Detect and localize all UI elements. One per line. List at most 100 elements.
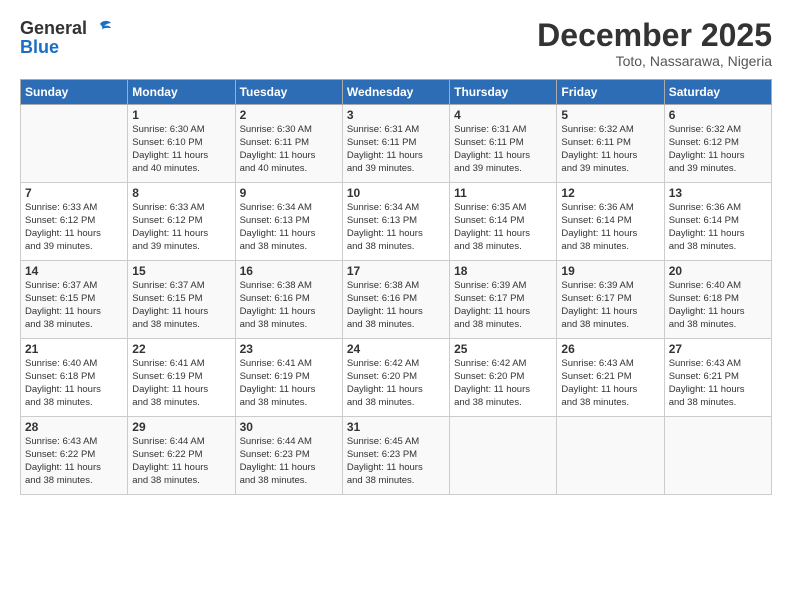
table-row: 1Sunrise: 6:30 AMSunset: 6:10 PMDaylight…	[128, 105, 235, 183]
calendar-row-5: 28 Sunrise: 6:43 AMSunset: 6:22 PMDayligh…	[21, 417, 772, 495]
day-number: 21	[25, 342, 123, 356]
table-row: 28 Sunrise: 6:43 AMSunset: 6:22 PMDayligh…	[21, 417, 128, 495]
day-number: 30	[240, 420, 338, 434]
table-row: 19 Sunrise: 6:39 AMSunset: 6:17 PMDayligh…	[557, 261, 664, 339]
table-row: 11Sunrise: 6:35 AMSunset: 6:14 PMDayligh…	[450, 183, 557, 261]
day-info: Sunrise: 6:36 AMSunset: 6:14 PMDaylight:…	[669, 202, 767, 253]
col-monday: Monday	[128, 80, 235, 105]
day-info: Sunrise: 6:34 AMSunset: 6:13 PMDaylight:…	[347, 202, 445, 253]
col-thursday: Thursday	[450, 80, 557, 105]
day-info: Sunrise: 6:33 AMSunset: 6:12 PMDaylight:…	[25, 202, 123, 253]
day-number: 14	[25, 264, 123, 278]
col-saturday: Saturday	[664, 80, 771, 105]
day-number: 3	[347, 108, 445, 122]
table-row: 2 Sunrise: 6:30 AMSunset: 6:11 PMDaylight…	[235, 105, 342, 183]
day-info: Sunrise: 6:42 AMSunset: 6:20 PMDaylight:…	[347, 358, 445, 409]
day-number: 27	[669, 342, 767, 356]
day-info: Sunrise: 6:38 AMSunset: 6:16 PMDaylight:…	[240, 280, 338, 331]
day-info: Sunrise: 6:31 AMSunset: 6:11 PMDaylight:…	[347, 124, 445, 175]
header: General Blue December 2025 Toto, Nassara…	[20, 18, 772, 69]
day-number: 24	[347, 342, 445, 356]
table-row: 23Sunrise: 6:41 AMSunset: 6:19 PMDayligh…	[235, 339, 342, 417]
day-info: Sunrise: 6:39 AMSunset: 6:17 PMDaylight:…	[561, 280, 659, 331]
day-info: Sunrise: 6:32 AMSunset: 6:12 PMDaylight:…	[669, 124, 767, 175]
day-number: 25	[454, 342, 552, 356]
col-friday: Friday	[557, 80, 664, 105]
calendar-row-3: 14 Sunrise: 6:37 AMSunset: 6:15 PMDayligh…	[21, 261, 772, 339]
day-info: Sunrise: 6:41 AMSunset: 6:19 PMDaylight:…	[132, 358, 230, 409]
table-row: 22Sunrise: 6:41 AMSunset: 6:19 PMDayligh…	[128, 339, 235, 417]
day-info: Sunrise: 6:37 AMSunset: 6:15 PMDaylight:…	[25, 280, 123, 331]
table-row: 24 Sunrise: 6:42 AMSunset: 6:20 PMDayligh…	[342, 339, 449, 417]
table-row: 3 Sunrise: 6:31 AMSunset: 6:11 PMDaylight…	[342, 105, 449, 183]
day-info: Sunrise: 6:36 AMSunset: 6:14 PMDaylight:…	[561, 202, 659, 253]
table-row: 7Sunrise: 6:33 AMSunset: 6:12 PMDaylight…	[21, 183, 128, 261]
day-info: Sunrise: 6:42 AMSunset: 6:20 PMDaylight:…	[454, 358, 552, 409]
day-number: 4	[454, 108, 552, 122]
day-number: 13	[669, 186, 767, 200]
table-row	[557, 417, 664, 495]
logo-bird-icon	[89, 20, 111, 38]
day-info: Sunrise: 6:33 AMSunset: 6:12 PMDaylight:…	[132, 202, 230, 253]
table-row: 4 Sunrise: 6:31 AMSunset: 6:11 PMDaylight…	[450, 105, 557, 183]
day-number: 18	[454, 264, 552, 278]
day-number: 29	[132, 420, 230, 434]
day-number: 19	[561, 264, 659, 278]
title-area: December 2025 Toto, Nassarawa, Nigeria	[537, 18, 772, 69]
table-row: 5 Sunrise: 6:32 AMSunset: 6:11 PMDaylight…	[557, 105, 664, 183]
day-number: 20	[669, 264, 767, 278]
day-number: 26	[561, 342, 659, 356]
table-row: 17 Sunrise: 6:38 AMSunset: 6:16 PMDayligh…	[342, 261, 449, 339]
calendar-table: Sunday Monday Tuesday Wednesday Thursday…	[20, 79, 772, 495]
day-number: 5	[561, 108, 659, 122]
day-number: 12	[561, 186, 659, 200]
table-row: 15 Sunrise: 6:37 AMSunset: 6:15 PMDayligh…	[128, 261, 235, 339]
day-number: 28	[25, 420, 123, 434]
table-row: 13 Sunrise: 6:36 AMSunset: 6:14 PMDayligh…	[664, 183, 771, 261]
table-row	[450, 417, 557, 495]
day-number: 8	[132, 186, 230, 200]
day-number: 11	[454, 186, 552, 200]
day-info: Sunrise: 6:44 AMSunset: 6:23 PMDaylight:…	[240, 436, 338, 487]
day-number: 15	[132, 264, 230, 278]
table-row: 26Sunrise: 6:43 AMSunset: 6:21 PMDayligh…	[557, 339, 664, 417]
col-sunday: Sunday	[21, 80, 128, 105]
table-row: 21Sunrise: 6:40 AMSunset: 6:18 PMDayligh…	[21, 339, 128, 417]
logo: General Blue	[20, 18, 111, 58]
day-info: Sunrise: 6:40 AMSunset: 6:18 PMDaylight:…	[669, 280, 767, 331]
calendar-row-1: 1Sunrise: 6:30 AMSunset: 6:10 PMDaylight…	[21, 105, 772, 183]
day-number: 6	[669, 108, 767, 122]
table-row	[664, 417, 771, 495]
day-number: 2	[240, 108, 338, 122]
day-number: 9	[240, 186, 338, 200]
table-row: 16 Sunrise: 6:38 AMSunset: 6:16 PMDayligh…	[235, 261, 342, 339]
calendar-row-4: 21Sunrise: 6:40 AMSunset: 6:18 PMDayligh…	[21, 339, 772, 417]
day-info: Sunrise: 6:30 AMSunset: 6:11 PMDaylight:…	[240, 124, 338, 175]
day-number: 17	[347, 264, 445, 278]
table-row: 12 Sunrise: 6:36 AMSunset: 6:14 PMDayligh…	[557, 183, 664, 261]
table-row: 18 Sunrise: 6:39 AMSunset: 6:17 PMDayligh…	[450, 261, 557, 339]
day-info: Sunrise: 6:37 AMSunset: 6:15 PMDaylight:…	[132, 280, 230, 331]
table-row: 27Sunrise: 6:43 AMSunset: 6:21 PMDayligh…	[664, 339, 771, 417]
day-number: 31	[347, 420, 445, 434]
location-text: Toto, Nassarawa, Nigeria	[537, 53, 772, 69]
table-row: 10 Sunrise: 6:34 AMSunset: 6:13 PMDayligh…	[342, 183, 449, 261]
day-number: 16	[240, 264, 338, 278]
day-info: Sunrise: 6:39 AMSunset: 6:17 PMDaylight:…	[454, 280, 552, 331]
table-row: 25 Sunrise: 6:42 AMSunset: 6:20 PMDayligh…	[450, 339, 557, 417]
table-row: 9Sunrise: 6:34 AMSunset: 6:13 PMDaylight…	[235, 183, 342, 261]
logo-blue-text: Blue	[20, 37, 111, 58]
day-number: 10	[347, 186, 445, 200]
day-info: Sunrise: 6:30 AMSunset: 6:10 PMDaylight:…	[132, 124, 230, 175]
calendar-row-2: 7Sunrise: 6:33 AMSunset: 6:12 PMDaylight…	[21, 183, 772, 261]
table-row: 20 Sunrise: 6:40 AMSunset: 6:18 PMDayligh…	[664, 261, 771, 339]
calendar-page: General Blue December 2025 Toto, Nassara…	[0, 0, 792, 612]
table-row: 31 Sunrise: 6:45 AMSunset: 6:23 PMDayligh…	[342, 417, 449, 495]
day-info: Sunrise: 6:43 AMSunset: 6:22 PMDaylight:…	[25, 436, 123, 487]
day-info: Sunrise: 6:31 AMSunset: 6:11 PMDaylight:…	[454, 124, 552, 175]
day-info: Sunrise: 6:45 AMSunset: 6:23 PMDaylight:…	[347, 436, 445, 487]
month-title: December 2025	[537, 18, 772, 53]
day-number: 23	[240, 342, 338, 356]
day-info: Sunrise: 6:32 AMSunset: 6:11 PMDaylight:…	[561, 124, 659, 175]
day-info: Sunrise: 6:38 AMSunset: 6:16 PMDaylight:…	[347, 280, 445, 331]
